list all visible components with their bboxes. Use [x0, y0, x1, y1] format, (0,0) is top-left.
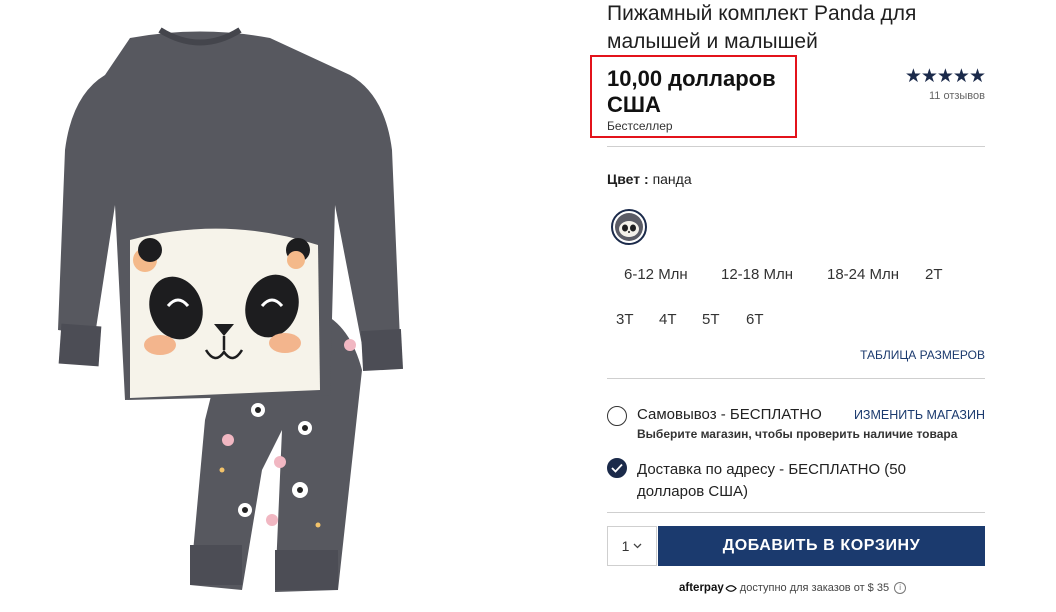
check-icon: [611, 463, 623, 473]
change-store-link[interactable]: ИЗМЕНИТЬ МАГАЗИН: [854, 408, 985, 422]
size-option[interactable]: 12-18 Млн: [721, 266, 793, 283]
review-count-link[interactable]: 11 отзывов: [905, 90, 985, 102]
size-option[interactable]: 6Т: [746, 311, 764, 328]
bestseller-badge: Бестселлер: [607, 119, 673, 133]
size-option[interactable]: 6-12 Млн: [624, 266, 688, 283]
afterpay-note: afterpay доступно для заказов от $ 35 i: [679, 582, 907, 595]
product-image[interactable]: [0, 0, 470, 612]
product-price: 10,00 долларов США: [607, 66, 776, 117]
color-label-name: Цвет: [607, 171, 641, 187]
add-to-cart-button[interactable]: ДОБАВИТЬ В КОРЗИНУ: [658, 526, 985, 566]
divider: [607, 512, 985, 513]
delivery-label-text: Доставка по адресу - БЕСПЛАТНО: [637, 461, 881, 478]
pickup-label: Самовывоз - БЕСПЛАТНО: [637, 406, 822, 423]
pickup-subtext: Выберите магазин, чтобы проверить наличи…: [637, 427, 958, 441]
divider: [607, 146, 985, 147]
size-option[interactable]: 3Т: [616, 311, 634, 328]
chevron-down-icon: [633, 543, 642, 549]
quantity-value: 1: [621, 538, 630, 554]
size-option[interactable]: 4Т: [659, 311, 677, 328]
product-title: Пижамный комплект Panda для малышей и ма…: [607, 2, 917, 53]
info-icon[interactable]: i: [894, 582, 907, 595]
color-swatch-panda[interactable]: [611, 209, 647, 245]
color-label: Цвет : панда: [607, 171, 692, 187]
afterpay-text: доступно для заказов от $ 35: [736, 582, 890, 594]
size-option[interactable]: 2Т: [925, 266, 943, 283]
afterpay-logo: afterpay: [679, 582, 724, 594]
size-option[interactable]: 5Т: [702, 311, 720, 328]
size-option[interactable]: 18-24 Млн: [827, 266, 899, 283]
pickup-radio[interactable]: [607, 406, 627, 426]
star-rating-icon: ★★★★★: [904, 66, 986, 87]
afterpay-arrows-icon: [725, 584, 737, 592]
color-label-separator: :: [640, 171, 653, 187]
product-rating[interactable]: ★★★★★ 11 отзывов: [904, 66, 986, 103]
panda-swatch-icon: [615, 213, 643, 241]
divider: [607, 378, 985, 379]
quantity-select[interactable]: 1: [607, 526, 657, 566]
delivery-radio[interactable]: [607, 458, 627, 478]
color-value: панда: [652, 171, 692, 187]
delivery-label: Доставка по адресу - БЕСПЛАТНО (50 долла…: [637, 459, 937, 503]
size-chart-link[interactable]: ТАБЛИЦА РАЗМЕРОВ: [860, 348, 985, 362]
